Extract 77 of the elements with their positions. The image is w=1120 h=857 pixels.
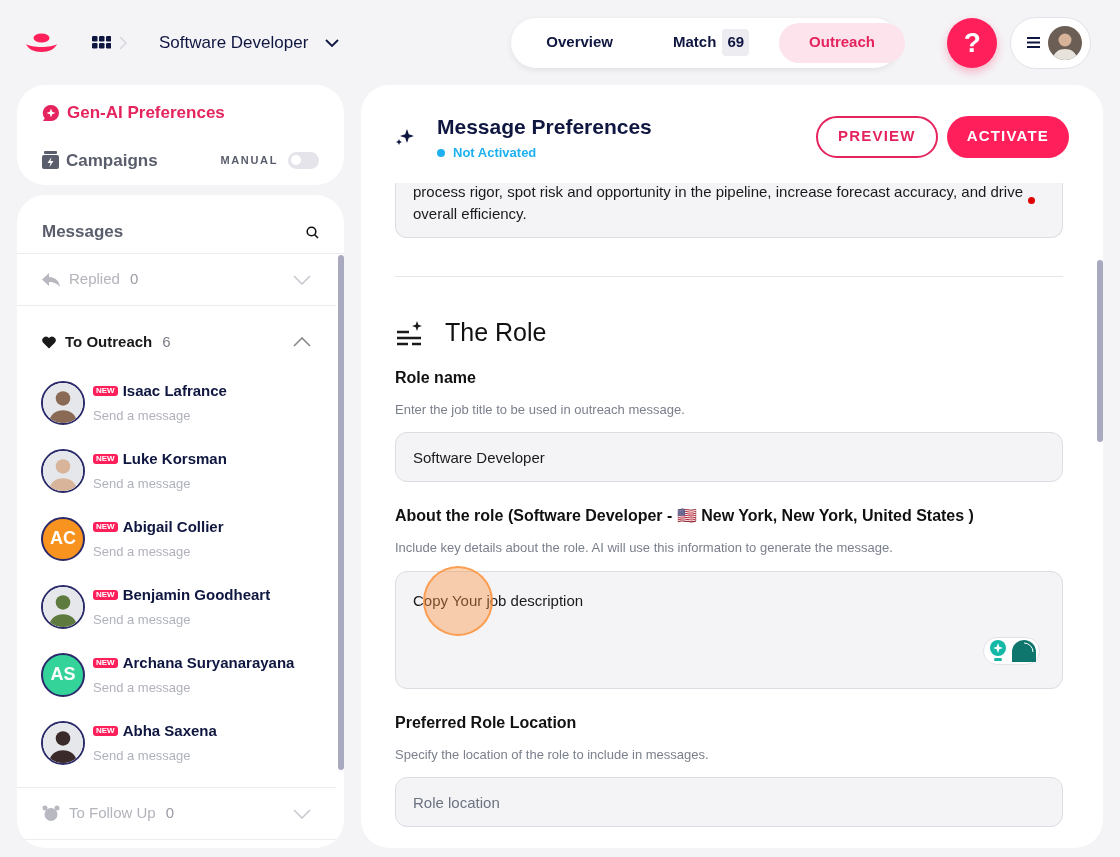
field-label: Role name	[395, 367, 477, 388]
sidebar-item[interactable]: Gen-AI Preferences	[42, 100, 225, 126]
group-label: To Outreach	[65, 331, 153, 352]
toggle-switch[interactable]	[288, 151, 319, 169]
contact-name: Luke Korsman	[122, 449, 227, 469]
contact-name: Isaac Lafrance	[122, 381, 227, 401]
group-header[interactable]: To Outreach 6	[17, 306, 336, 376]
new-badge: NEW	[93, 590, 118, 601]
text-field[interactable]: Role location	[395, 777, 1063, 827]
group-label: Replied	[69, 269, 120, 290]
project-dropdown[interactable]: Software Developer	[159, 29, 340, 56]
avatar: AC	[41, 516, 85, 561]
contact-name: Abigail Collier	[122, 517, 224, 537]
assistant-widget[interactable]	[983, 636, 1040, 665]
contact-subtitle: Send a message	[93, 610, 192, 629]
toggle-label: MANUAL	[220, 153, 278, 168]
contact-subtitle: Send a message	[93, 746, 192, 765]
card-title: Messages	[42, 221, 124, 244]
nav-tab[interactable]: Match 69	[643, 22, 780, 63]
contact-name: Archana Suryanarayana	[122, 653, 295, 673]
contact-name: Benjamin Goodheart	[122, 585, 271, 605]
field-hint: Include key details about the role. AI will use this information to generate the message.	[395, 539, 894, 557]
sparkle-chat-icon	[42, 103, 60, 122]
search-icon[interactable]	[306, 225, 319, 239]
new-badge: NEW	[93, 658, 118, 669]
activate-button[interactable]: ACTIVATE	[946, 115, 1069, 158]
scrollbar[interactable]	[338, 255, 344, 770]
help-button[interactable]: ?	[947, 17, 998, 68]
field-label: About the role (Software Developer - 🇺🇸 New York, New York, United States )	[395, 506, 975, 526]
menu-icon	[1027, 37, 1041, 48]
new-badge: NEW	[93, 454, 118, 465]
contact-item[interactable]: AS NEW Archana Suryanarayana Send a message	[41, 652, 312, 697]
section-title: The Role	[445, 317, 547, 348]
new-badge: NEW	[93, 726, 118, 737]
group-count: 6	[162, 331, 171, 352]
battery-bolt-icon	[42, 151, 59, 170]
contact-name: Abha Saxena	[122, 721, 217, 741]
avatar: AS	[41, 652, 85, 697]
text-area[interactable]: process rigor, spot risk and opportunity in the pipeline, increase forecast accuracy, and drive overall efficiency.	[395, 183, 1063, 238]
new-badge: NEW	[93, 522, 118, 533]
nav-tab[interactable]: Overview	[516, 22, 644, 63]
status-text: Not Activated	[453, 144, 537, 162]
grid-icon[interactable]	[92, 36, 111, 49]
group-label: To Follow Up	[69, 803, 156, 824]
scrollbar[interactable]	[1097, 260, 1103, 442]
contact-subtitle: Send a message	[93, 406, 192, 425]
heart-icon	[42, 335, 56, 349]
contact-item[interactable]: NEW Benjamin Goodheart Send a message	[41, 584, 312, 629]
panel-title: Message Preferences	[437, 113, 652, 140]
contact-subtitle: Send a message	[93, 542, 192, 561]
field-hint: Specify the location of the role to include in messages.	[395, 745, 710, 764]
nav-tab[interactable]: Outreach	[779, 22, 905, 63]
chevron-down-icon	[325, 38, 340, 47]
avatar	[1048, 25, 1083, 60]
contact-subtitle: Send a message	[93, 678, 192, 697]
reply-icon	[42, 271, 60, 288]
preview-button[interactable]: PREVIEW	[816, 115, 938, 158]
contact-item[interactable]: AC NEW Abigail Collier Send a message	[41, 516, 312, 561]
field-label: Preferred Role Location	[395, 712, 578, 733]
count-badge: 69	[722, 29, 750, 56]
contact-item[interactable]: NEW Isaac Lafrance Send a message	[41, 380, 312, 425]
sidebar-item[interactable]: Campaigns	[42, 147, 158, 173]
new-badge: NEW	[93, 386, 118, 397]
chevron-icon[interactable]	[293, 337, 311, 347]
group-count: 0	[165, 803, 175, 824]
chevron-right-icon	[119, 35, 127, 50]
logo[interactable]	[25, 32, 58, 53]
contact-item[interactable]: NEW Abha Saxena Send a message	[41, 720, 312, 765]
contact-subtitle: Send a message	[93, 474, 192, 493]
chat-bubble-icon	[1011, 638, 1037, 663]
lightbulb-icon	[989, 639, 1007, 662]
field-value: process rigor, spot risk and opportunity in the pipeline, increase forecast accuracy, and drive overall efficiency.	[413, 183, 1025, 224]
alarm-clock-icon	[42, 805, 60, 822]
group-count: 0	[129, 269, 139, 290]
field-hint: Enter the job title to be used in outreach message.	[395, 400, 686, 419]
contact-item[interactable]: NEW Luke Korsman Send a message	[41, 448, 312, 493]
text-field[interactable]: Software Developer	[395, 432, 1063, 482]
